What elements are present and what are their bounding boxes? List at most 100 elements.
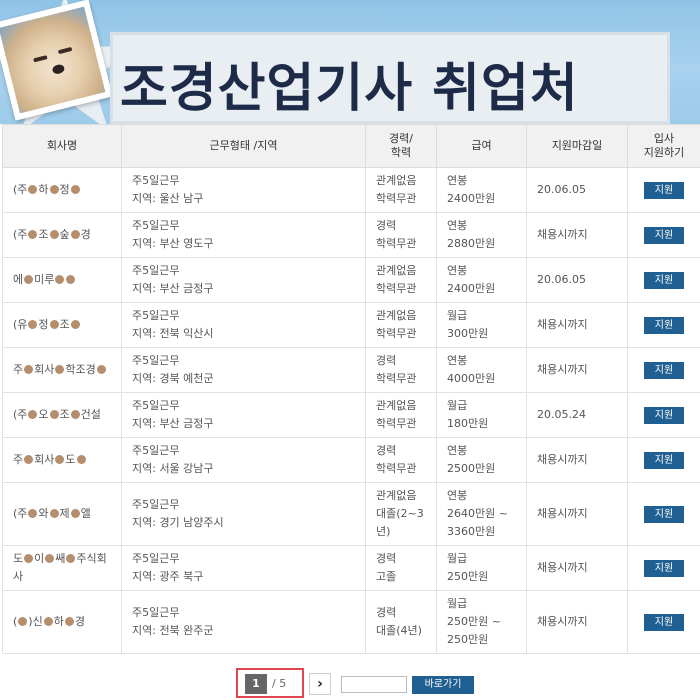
company-cell: (주 와 제 앨	[2, 482, 122, 546]
career-cell: 경력 학력무관	[365, 347, 437, 393]
pay-type: 연봉	[447, 354, 468, 367]
pay-type: 월급	[447, 309, 468, 322]
deadline-cell: 채용시까지	[526, 545, 628, 591]
pay-type: 연봉	[447, 489, 468, 502]
table-row: 에 미루 주5일근무 지역: 부산 금정구 관계없음 학력무관 연봉 2400만원 20.06.…	[2, 257, 700, 303]
pay-amount: 250만원 ~ 250만원	[447, 615, 501, 646]
redaction-dot	[24, 365, 34, 374]
banner: 조경산업기사 취업처	[0, 0, 700, 124]
apply-cell: 지원	[627, 302, 700, 348]
redaction-dot	[49, 410, 59, 419]
career-cell: 관계없음학력무관	[365, 167, 437, 213]
redaction-dot	[66, 275, 76, 284]
deadline-cell: 채용시까지	[526, 212, 628, 258]
region: 지역: 부산 금정구	[132, 417, 214, 430]
total-pages: / 5	[272, 677, 287, 690]
apply-button[interactable]: 지원	[644, 362, 684, 379]
apply-button[interactable]: 지원	[644, 317, 684, 334]
company-name-part: 경	[80, 228, 91, 241]
apply-button[interactable]: 지원	[644, 227, 684, 244]
career: 관계없음	[376, 399, 417, 412]
header-pay: 급여	[436, 124, 527, 168]
pay-amount: 2880만원	[447, 237, 496, 250]
work-region-cell: 주5일근무 지역: 서울 강남구	[121, 437, 366, 483]
work-type: 주5일근무	[132, 174, 180, 187]
go-button[interactable]: 바로가기	[412, 676, 474, 694]
company-name-part: 정	[38, 318, 49, 331]
table-row: 주 회사 학조경 주5일근무 지역: 경북 예천군 경력 학력무관 연봉 4000만원 채용시까지…	[2, 347, 700, 393]
company-name-part: 하	[53, 615, 64, 628]
company-name-part: 앨	[80, 507, 91, 520]
redaction-dot	[28, 185, 38, 194]
pay-amount: 2640만원 ~ 3360만원	[447, 507, 508, 538]
pay-amount: 250만원	[447, 570, 489, 583]
company-cell: 도 이 쌔 주식회사	[2, 545, 122, 591]
apply-button[interactable]: 지원	[644, 272, 684, 289]
pay-type: 연봉	[447, 264, 468, 277]
pay-cell: 월급 250만원	[436, 545, 527, 591]
header-career: 경력/ 학력	[365, 124, 437, 168]
education: 학력무관	[376, 462, 417, 475]
apply-cell: 지원	[627, 590, 700, 654]
apply-button[interactable]: 지원	[644, 560, 684, 577]
work-region-cell: 주5일근무 지역: 울산 남구	[121, 167, 366, 213]
redaction-dot	[96, 365, 106, 374]
redaction-dot	[45, 554, 55, 563]
career-cell: 관계없음 학력무관	[365, 257, 437, 303]
career-cell: 관계없음 대졸(2~3년)	[365, 482, 437, 546]
region: 지역: 경기 남양주시	[132, 516, 224, 529]
company-name-part: (주	[13, 507, 28, 520]
redaction-dot	[28, 230, 38, 239]
pay-cell: 연봉 2500만원	[436, 437, 527, 483]
work-type: 주5일근무	[132, 498, 180, 511]
pay-type: 연봉	[447, 174, 468, 187]
pay-type: 월급	[447, 597, 468, 610]
career: 경력	[376, 354, 397, 367]
region: 지역: 광주 북구	[132, 570, 204, 583]
deadline-cell: 채용시까지	[526, 302, 628, 348]
education: 학력무관	[376, 282, 417, 295]
apply-button[interactable]: 지원	[644, 506, 684, 523]
company-cell: 에 미루	[2, 257, 122, 303]
apply-button[interactable]: 지원	[644, 182, 684, 199]
work-region-cell: 주5일근무 지역: 부산 금정구	[121, 392, 366, 438]
work-type: 주5일근무	[132, 354, 180, 367]
company-name-part: )신	[28, 615, 43, 628]
table-row: 도 이 쌔 주식회사 주5일근무 지역: 광주 북구 경력 고졸 월급 250만원 채용시까지 지원	[2, 545, 700, 591]
puppy-eye-left	[33, 55, 48, 63]
pay-cell: 연봉 2400만원	[436, 257, 527, 303]
deadline-cell: 채용시까지	[526, 590, 628, 654]
pay-type: 연봉	[447, 444, 468, 457]
career: 관계없음	[376, 174, 417, 187]
page-jump-input[interactable]	[341, 676, 407, 693]
apply-button[interactable]: 지원	[644, 407, 684, 424]
work-type: 주5일근무	[132, 606, 180, 619]
apply-cell: 지원	[627, 392, 700, 438]
redaction-dot	[49, 320, 59, 329]
redaction-dot	[24, 275, 34, 284]
pay-amount: 4000만원	[447, 372, 496, 385]
apply-button[interactable]: 지원	[644, 614, 684, 631]
region: 지역: 전북 완주군	[132, 624, 214, 637]
career: 관계없음	[376, 309, 417, 322]
current-page[interactable]: 1	[245, 674, 267, 694]
pay-cell: 연봉 4000만원	[436, 347, 527, 393]
deadline-cell: 20.06.05	[526, 167, 628, 213]
company-name-part: 건설	[80, 408, 101, 421]
company-name-part: 미루	[34, 273, 55, 286]
apply-cell: 지원	[627, 437, 700, 483]
work-type: 주5일근무	[132, 444, 180, 457]
redaction-dot	[70, 320, 80, 329]
redaction-dot	[24, 455, 34, 464]
company-name-part: 쌔	[55, 552, 66, 565]
education: 학력무관	[376, 192, 417, 205]
region: 지역: 부산 영도구	[132, 237, 214, 250]
chevron-right-icon: ›	[317, 676, 323, 692]
apply-cell: 지원	[627, 212, 700, 258]
apply-button[interactable]: 지원	[644, 452, 684, 469]
career-cell: 관계없음 학력무관	[365, 392, 437, 438]
redaction-dot	[66, 554, 76, 563]
career-cell: 관계없음 학력무관	[365, 302, 437, 348]
next-page-button[interactable]: ›	[309, 673, 331, 695]
table-row: (주 하 정 주5일근무 지역: 울산 남구 관계없음 학력무관 연봉 2400만원 20.06.…	[2, 167, 700, 213]
